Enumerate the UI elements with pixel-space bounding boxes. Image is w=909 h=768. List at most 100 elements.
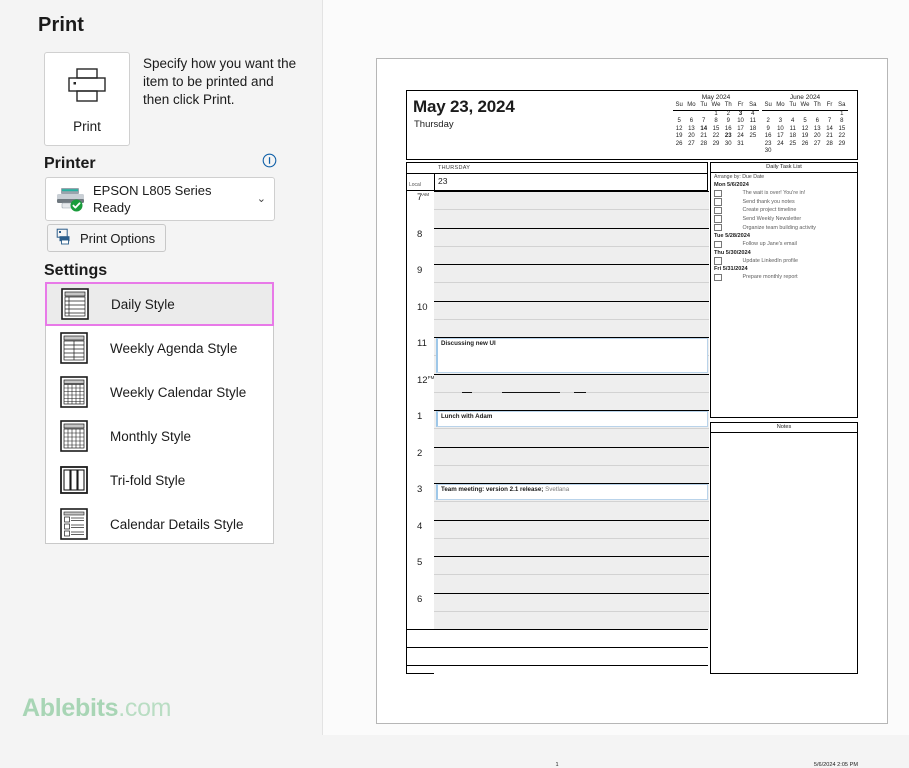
mini-calendar-day: 21 bbox=[826, 133, 833, 139]
chevron-down-icon[interactable]: ⌄ bbox=[257, 192, 266, 205]
task-list-item[interactable]: Update LinkedIn profile bbox=[714, 257, 857, 266]
mini-calendar-dow: Mo bbox=[774, 102, 787, 111]
task-checkbox[interactable] bbox=[714, 215, 722, 223]
schedule-hour-row[interactable]: 4 bbox=[407, 519, 709, 556]
task-checkbox[interactable] bbox=[714, 198, 722, 206]
mini-calendar-day: 9 bbox=[766, 125, 770, 132]
schedule-half-hour-slot[interactable] bbox=[434, 391, 709, 410]
style-item-weekly-calendar[interactable]: Weekly Calendar Style bbox=[46, 370, 273, 414]
print-button[interactable]: Print bbox=[44, 52, 130, 146]
mini-calendar-day bbox=[823, 148, 835, 156]
mini-calendar-day: 27 bbox=[813, 140, 821, 147]
schedule-half-hour-slot[interactable] bbox=[434, 574, 709, 593]
mini-calendar-day: 4 bbox=[751, 110, 755, 117]
print-options-button[interactable]: Print Options bbox=[47, 224, 167, 252]
mini-calendar-day: 1 bbox=[840, 110, 844, 117]
schedule-blank-row[interactable] bbox=[407, 665, 709, 684]
calendar-event-title: Discussing new UI bbox=[441, 339, 496, 347]
schedule-half-hour-slot[interactable] bbox=[434, 300, 709, 319]
mini-calendar-day: 16 bbox=[764, 133, 772, 139]
schedule-half-hour-slot[interactable] bbox=[434, 464, 709, 483]
printer-select[interactable]: EPSON L805 Series Ready ⌄ bbox=[45, 177, 275, 221]
task-list-item[interactable]: Organize team building activity bbox=[714, 223, 857, 232]
preview-header: May 23, 2024 Thursday May 2024 Su Mo Tu We Th… bbox=[406, 90, 858, 160]
schedule-half-hour-slot[interactable] bbox=[434, 428, 709, 447]
schedule-hour-row[interactable]: 5 bbox=[407, 556, 709, 593]
style-item-weekly-agenda[interactable]: Weekly Agenda Style bbox=[46, 326, 273, 370]
schedule-half-hour-slot[interactable] bbox=[434, 446, 709, 465]
task-checkbox[interactable] bbox=[714, 206, 722, 215]
mini-calendar-dow: Sa bbox=[746, 102, 759, 111]
style-item-label: Calendar Details Style bbox=[110, 516, 244, 532]
schedule-hour-row[interactable]: 8 bbox=[407, 227, 709, 264]
mini-calendar-day: 26 bbox=[801, 140, 809, 147]
schedule-half-hour-slot[interactable] bbox=[434, 610, 709, 629]
task-checkbox[interactable] bbox=[714, 273, 722, 282]
mini-calendar-dow: Sa bbox=[835, 102, 848, 111]
mini-calendar-day: 2 bbox=[766, 118, 770, 124]
task-groups: Mon 5/6/2024 The wait is over! You're in!… bbox=[711, 181, 857, 282]
schedule-blank-row[interactable] bbox=[407, 629, 709, 648]
schedule-blank-cell[interactable] bbox=[434, 648, 709, 666]
schedule-half-hour-slot[interactable] bbox=[434, 282, 709, 301]
task-list-item[interactable]: Create project timeline bbox=[714, 206, 857, 215]
calendar-event[interactable]: Lunch with Adam bbox=[436, 410, 708, 428]
style-item-tri-fold[interactable]: Tri-fold Style bbox=[46, 458, 273, 502]
print-description: Specify how you want the item to be prin… bbox=[143, 56, 297, 107]
mini-calendar-day: 21 bbox=[700, 133, 708, 139]
schedule-blank-cell[interactable] bbox=[434, 666, 709, 684]
print-options-label: Print Options bbox=[80, 230, 156, 246]
mini-calendar-day bbox=[811, 148, 823, 156]
schedule-half-hour-slot[interactable] bbox=[434, 264, 709, 283]
schedule-grid: THURSDAY 23 Local 7AM 8 9 10 11 12PM 1 2 3 4 5 6 Di… bbox=[406, 162, 709, 684]
schedule-half-hour-slot[interactable] bbox=[434, 227, 709, 246]
schedule-half-hour-slot[interactable] bbox=[434, 373, 709, 392]
style-item-calendar-details[interactable]: Calendar Details Style bbox=[46, 502, 273, 546]
task-group-date: Tue 5/28/2024 bbox=[714, 232, 750, 239]
schedule-hour-label: 11 bbox=[417, 338, 427, 349]
style-item-monthly[interactable]: Monthly Style bbox=[46, 414, 273, 458]
style-item-label: Daily Style bbox=[111, 296, 175, 312]
preview-weekday: Thursday bbox=[414, 119, 454, 130]
schedule-hour-row[interactable]: 10 bbox=[407, 300, 709, 337]
schedule-hour-row[interactable]: 7AM bbox=[407, 191, 709, 228]
schedule-hour-row[interactable]: 2 bbox=[407, 446, 709, 483]
calendar-event-attendee: Svetlana bbox=[543, 485, 570, 493]
task-list-item[interactable]: Send thank you notes bbox=[714, 198, 857, 207]
schedule-half-hour-slot[interactable] bbox=[434, 245, 709, 264]
schedule-hour-row[interactable]: 6 bbox=[407, 592, 709, 629]
task-checkbox[interactable] bbox=[714, 257, 722, 265]
calendar-event[interactable]: Discussing new UI bbox=[436, 337, 708, 373]
task-list-item[interactable]: The wait is over! You're in! bbox=[714, 189, 857, 198]
notes-panel: Notes bbox=[710, 422, 858, 674]
mini-calendar-day: 11 bbox=[749, 118, 756, 124]
task-name: The wait is over! You're in! bbox=[742, 190, 806, 197]
mini-calendar-dow: We bbox=[798, 102, 812, 111]
preview-date: May 23, 2024 bbox=[413, 97, 515, 116]
schedule-blank-row[interactable] bbox=[407, 647, 709, 666]
task-list-item[interactable]: Send Weekly Newsletter bbox=[714, 215, 857, 224]
task-list-item[interactable]: Prepare monthly report bbox=[714, 273, 857, 282]
info-icon[interactable] bbox=[262, 153, 277, 168]
calendar-event[interactable]: Team meeting: version 2.1 release; Svetl… bbox=[436, 483, 708, 501]
schedule-half-hour-slot[interactable] bbox=[434, 592, 709, 611]
print-settings-panel: Print Print Specify how you want the ite… bbox=[0, 0, 323, 735]
task-checkbox[interactable] bbox=[714, 189, 722, 198]
schedule-blank-cell[interactable] bbox=[434, 630, 709, 648]
schedule-half-hour-slot[interactable] bbox=[434, 556, 709, 575]
style-item-daily[interactable]: Daily Style bbox=[45, 282, 274, 326]
mini-calendar-grid: Su Mo Tu We Th Fr Sa 1 2 3 4 5 6 7 8 9 10 11 12 13 14 15 16 17… bbox=[673, 102, 759, 148]
task-checkbox[interactable] bbox=[714, 223, 722, 232]
schedule-half-hour-slot[interactable] bbox=[434, 318, 709, 337]
task-list-item[interactable]: Follow up Jane's email bbox=[714, 240, 857, 249]
schedule-hour-row[interactable]: 9 bbox=[407, 264, 709, 301]
schedule-half-hour-slot[interactable] bbox=[434, 519, 709, 538]
task-checkbox[interactable] bbox=[714, 240, 722, 249]
mini-calendar-day bbox=[762, 110, 774, 118]
schedule-half-hour-slot[interactable] bbox=[434, 501, 709, 520]
schedule-half-hour-slot[interactable] bbox=[434, 191, 709, 210]
mini-calendar-day: 8 bbox=[714, 118, 718, 124]
schedule-half-hour-slot[interactable] bbox=[434, 537, 709, 556]
task-arrange-by: Arrange by: Due Date bbox=[714, 174, 765, 180]
schedule-half-hour-slot[interactable] bbox=[434, 209, 709, 228]
